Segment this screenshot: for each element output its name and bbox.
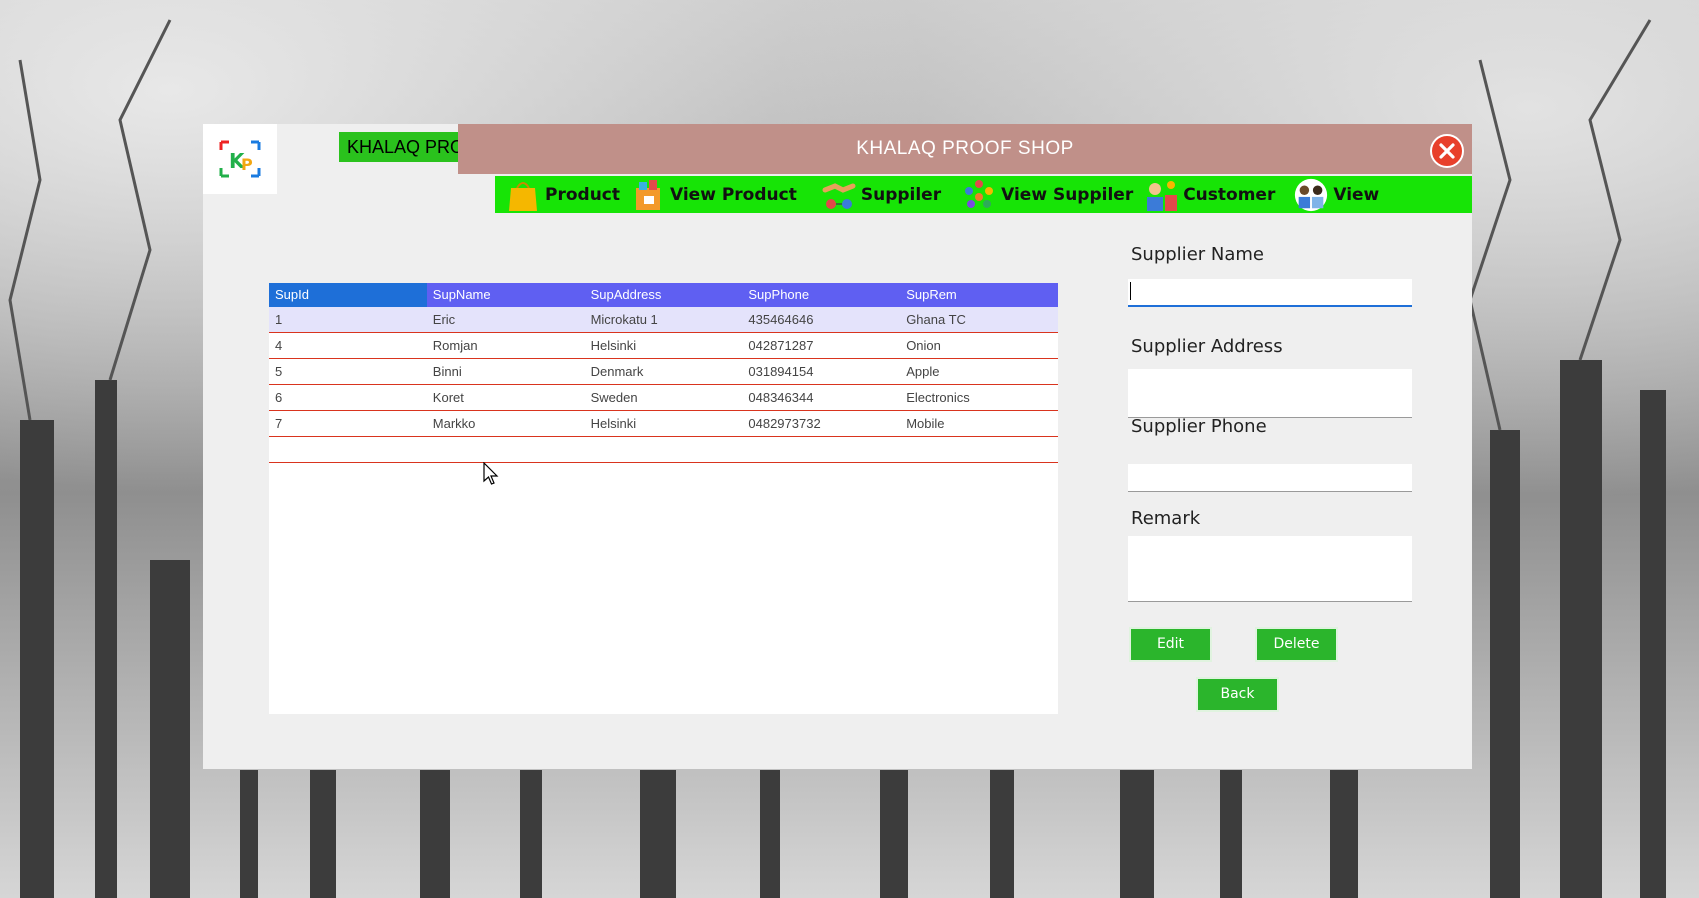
supplier-address-input[interactable]	[1128, 369, 1412, 418]
title-bar: KHALAQ PROOF SHOP	[458, 124, 1472, 174]
product-box-icon	[630, 177, 666, 213]
table-cell: Helsinki	[590, 416, 637, 431]
table-cell	[269, 437, 427, 462]
table-row[interactable]: 5 Binni Denmark 031894154 Apple	[269, 359, 1058, 385]
table-row[interactable]: 7 Markko Helsinki 0482973732 Mobile	[269, 411, 1058, 437]
table-header: SupId SupName SupAddress SupPhone SupRem	[269, 283, 1058, 307]
supplier-phone-input[interactable]	[1128, 464, 1412, 492]
table-cell: Mobile	[906, 416, 945, 431]
table-cell: Eric	[432, 312, 456, 327]
table-cell: Denmark	[590, 364, 644, 379]
handshake-icon	[821, 177, 857, 213]
nav-suppiler-label: Suppiler	[860, 184, 942, 205]
column-header[interactable]: SupPhone	[742, 283, 900, 307]
supplier-table[interactable]: SupId SupName SupAddress SupPhone SupRem…	[269, 283, 1058, 714]
table-cell: 042871287	[748, 338, 814, 353]
edit-button[interactable]: Edit	[1129, 627, 1212, 662]
nav-customer-label: Customer	[1183, 184, 1276, 205]
supplier-name-input[interactable]	[1128, 279, 1412, 307]
table-cell: Sweden	[590, 390, 638, 405]
table-cell: 435464646	[748, 312, 814, 327]
table-cell: Koret	[432, 390, 464, 405]
column-header[interactable]: SupAddress	[585, 283, 743, 307]
mouse-cursor-icon	[483, 462, 499, 485]
table-cell	[900, 437, 1058, 462]
window-title: KHALAQ PROOF SHOP	[856, 138, 1074, 159]
table-row[interactable]: 1 Eric Microkatu 1 435464646 Ghana TC	[269, 307, 1058, 333]
people-group-icon	[961, 177, 997, 213]
table-row[interactable]: 4 Romjan Helsinki 042871287 Onion	[269, 333, 1058, 359]
column-header[interactable]: SupRem	[900, 283, 1058, 307]
table-cell: Romjan	[432, 338, 478, 353]
nav-view-suppiler-label: View Suppiler	[1001, 184, 1134, 205]
table-cell: Markko	[432, 416, 476, 431]
nav-view-product-label: View Product	[670, 184, 797, 205]
back-button[interactable]: Back	[1196, 677, 1279, 712]
nav-view-suppiler[interactable]: View Suppiler	[961, 176, 1133, 213]
table-cell: Helsinki	[590, 338, 637, 353]
nav-bar: Product View Product Suppiler View Suppi…	[495, 176, 1472, 213]
table-cell: Apple	[906, 364, 940, 379]
svg-text:P: P	[241, 155, 253, 174]
customer-icon	[1143, 177, 1179, 213]
table-cell: 1	[275, 312, 283, 327]
table-cell: 031894154	[748, 364, 814, 379]
remark-input[interactable]	[1128, 536, 1412, 602]
nav-suppiler[interactable]: Suppiler	[821, 176, 941, 213]
table-cell: 0482973732	[748, 416, 821, 431]
table-cell: 4	[275, 338, 283, 353]
table-cell: Electronics	[906, 390, 970, 405]
table-cell: Microkatu 1	[590, 312, 658, 327]
table-cell	[585, 437, 743, 462]
table-cell	[742, 437, 900, 462]
table-cell: Onion	[906, 338, 941, 353]
nav-view-label: View	[1333, 184, 1380, 205]
close-button[interactable]	[1430, 134, 1464, 168]
nav-view-product[interactable]: View Product	[630, 176, 797, 213]
users-icon	[1293, 177, 1329, 213]
close-icon	[1439, 143, 1455, 159]
table-cell: 048346344	[748, 390, 814, 405]
kp-logo: K P	[203, 124, 277, 194]
column-header[interactable]: SupId	[269, 283, 427, 307]
delete-button[interactable]: Delete	[1255, 627, 1338, 662]
supplier-address-label: Supplier Address	[1131, 336, 1283, 357]
table-cell: Binni	[432, 364, 462, 379]
app-window: K P KHALAQ PROOF KHALAQ PROOF SHOP Produ…	[203, 124, 1472, 769]
shopping-bag-icon	[505, 177, 541, 213]
table-cell	[427, 437, 585, 462]
table-cell: 5	[275, 364, 283, 379]
supplier-name-label: Supplier Name	[1131, 244, 1264, 265]
column-header[interactable]: SupName	[427, 283, 585, 307]
table-row-new[interactable]	[269, 437, 1058, 463]
table-cell: Ghana TC	[906, 312, 966, 327]
table-row[interactable]: 6 Koret Sweden 048346344 Electronics	[269, 385, 1058, 411]
table-cell: 6	[275, 390, 283, 405]
remark-label: Remark	[1131, 508, 1201, 529]
nav-customer[interactable]: Customer	[1143, 176, 1275, 213]
text-caret	[1130, 282, 1131, 300]
nav-product-label: Product	[545, 184, 620, 205]
supplier-phone-label: Supplier Phone	[1131, 416, 1267, 437]
nav-view[interactable]: View	[1293, 176, 1379, 213]
nav-product[interactable]: Product	[505, 176, 620, 213]
table-cell: 7	[275, 416, 283, 431]
